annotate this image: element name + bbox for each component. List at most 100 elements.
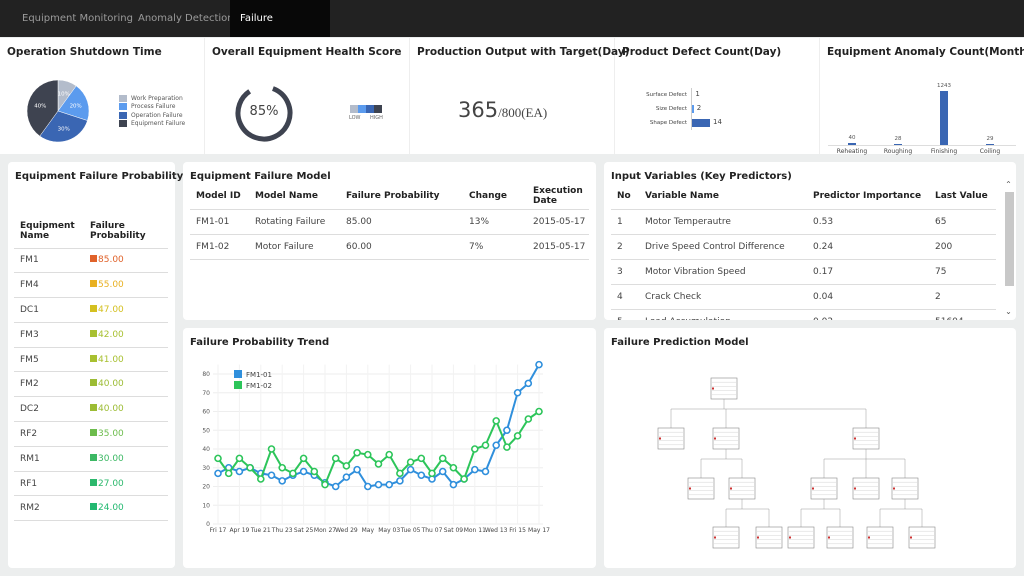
health-value: 85%	[249, 104, 279, 119]
data-point[interactable]	[364, 450, 372, 459]
data-point[interactable]	[353, 448, 361, 457]
failure-probability: 55.00	[90, 273, 168, 298]
data-point[interactable]	[385, 450, 393, 459]
data-point[interactable]	[438, 467, 447, 476]
data-point[interactable]	[503, 426, 511, 435]
data-point[interactable]	[353, 465, 361, 474]
failure-probability: 85.00	[90, 248, 168, 273]
scrollbar-thumb[interactable]	[1005, 192, 1014, 286]
data-point[interactable]	[513, 388, 522, 397]
data-point[interactable]	[396, 477, 404, 485]
data-point[interactable]	[331, 482, 340, 491]
data-point[interactable]	[492, 441, 501, 450]
data-point[interactable]	[385, 480, 393, 489]
data-point[interactable]	[438, 454, 447, 463]
data-point[interactable]	[299, 454, 308, 463]
data-point[interactable]	[470, 465, 479, 474]
table-cell: 0.04	[813, 291, 834, 302]
legend-item: Process Failure	[119, 103, 185, 112]
x-tick-label: May 03	[378, 527, 400, 534]
table-cell: 1	[617, 216, 623, 227]
data-point[interactable]	[214, 454, 222, 463]
data-point[interactable]	[299, 467, 308, 476]
table-row: FM2 40.00	[14, 372, 168, 397]
data-point[interactable]	[267, 445, 276, 453]
data-point[interactable]	[417, 471, 426, 480]
tree-node	[712, 526, 740, 549]
data-point[interactable]	[224, 469, 233, 478]
y-tick-label: 80	[202, 371, 210, 378]
data-point[interactable]	[257, 475, 265, 483]
failure-probability: 41.00	[90, 347, 168, 372]
data-point[interactable]	[374, 460, 383, 468]
column-header: Model ID	[196, 191, 241, 202]
model-table: Model ID Model Name Failure Probability Cha…	[190, 184, 589, 260]
tab-anomaly-detection[interactable]: Anomaly Detection	[128, 0, 244, 37]
data-point[interactable]	[460, 475, 468, 483]
tab-failure-prediction[interactable]: Failure Prediction ▾	[230, 0, 330, 61]
scroll-down-icon[interactable]: ⌄	[1003, 307, 1014, 316]
tree-node	[826, 526, 854, 549]
data-point[interactable]	[449, 480, 458, 489]
data-point[interactable]	[406, 458, 415, 466]
table-cell: Motor Failure	[255, 241, 314, 252]
scrollbar[interactable]: ⌃ ⌄	[1003, 180, 1014, 316]
legend-swatch	[234, 381, 242, 389]
defect-label: Surface Defect	[646, 92, 687, 98]
probability-value: 40.00	[98, 404, 124, 415]
tab-equipment-monitoring[interactable]: Equipment Monitoring	[12, 0, 143, 37]
anomaly-chart: 40 Reheating 28 Roughing 1243 Finishing 29 Coil…	[820, 38, 1024, 155]
table-cell: Motor Vibration Speed	[645, 266, 746, 277]
data-point[interactable]	[524, 379, 533, 388]
data-point[interactable]	[374, 480, 383, 489]
data-point[interactable]	[278, 463, 286, 472]
tree-node	[866, 526, 894, 549]
data-point[interactable]	[342, 473, 351, 481]
table-cell: 200	[935, 241, 953, 252]
data-point[interactable]	[235, 467, 244, 476]
anomaly-value: 28	[894, 135, 902, 142]
data-point[interactable]	[364, 482, 372, 491]
data-point[interactable]	[310, 467, 319, 476]
data-point[interactable]	[513, 432, 522, 440]
table-row[interactable]: FM1-01 Rotating Failure 85.00 13% 2015-05-17	[190, 209, 589, 234]
predictors-scroll: No Variable Name Predictor Importance Last …	[611, 184, 996, 320]
data-point[interactable]	[535, 407, 543, 416]
data-point[interactable]	[321, 480, 329, 489]
scroll-up-icon[interactable]: ⌃	[1003, 180, 1014, 189]
data-point[interactable]	[214, 469, 222, 478]
data-point[interactable]	[246, 463, 254, 472]
data-point[interactable]	[428, 469, 436, 478]
data-point[interactable]	[449, 463, 458, 472]
data-point[interactable]	[535, 360, 543, 369]
table-row: FM4 55.00	[14, 273, 168, 298]
data-point[interactable]	[417, 454, 426, 463]
data-point[interactable]	[406, 465, 415, 474]
data-point[interactable]	[289, 469, 297, 478]
x-tick-label: Fri 15	[509, 527, 526, 534]
failure-probability: 27.00	[90, 471, 168, 496]
data-point[interactable]	[492, 417, 501, 425]
data-point[interactable]	[235, 454, 244, 463]
data-point[interactable]	[396, 469, 404, 478]
data-point[interactable]	[470, 445, 479, 453]
anomaly-axis	[828, 145, 1016, 146]
data-point[interactable]	[524, 415, 533, 423]
data-point[interactable]	[481, 441, 490, 450]
data-point[interactable]	[278, 477, 286, 485]
equipment-name: FM4	[20, 280, 39, 291]
status-square-icon	[90, 354, 97, 362]
table-row[interactable]: FM1-02 Motor Failure 60.00 7% 2015-05-17	[190, 234, 589, 259]
data-point[interactable]	[481, 467, 490, 476]
probability-value: 41.00	[98, 354, 124, 365]
health-kpi: Overall Equipment Health Score 85% LOW H…	[205, 38, 410, 154]
data-point[interactable]	[342, 462, 351, 470]
failure-probability: 40.00	[90, 397, 168, 422]
data-point[interactable]	[267, 471, 276, 480]
tree-node	[710, 377, 738, 400]
data-point[interactable]	[331, 454, 340, 463]
data-point[interactable]	[503, 443, 511, 451]
equipment-name: DC1	[20, 304, 39, 315]
tree-node	[891, 477, 919, 500]
defect-axis	[691, 88, 692, 130]
